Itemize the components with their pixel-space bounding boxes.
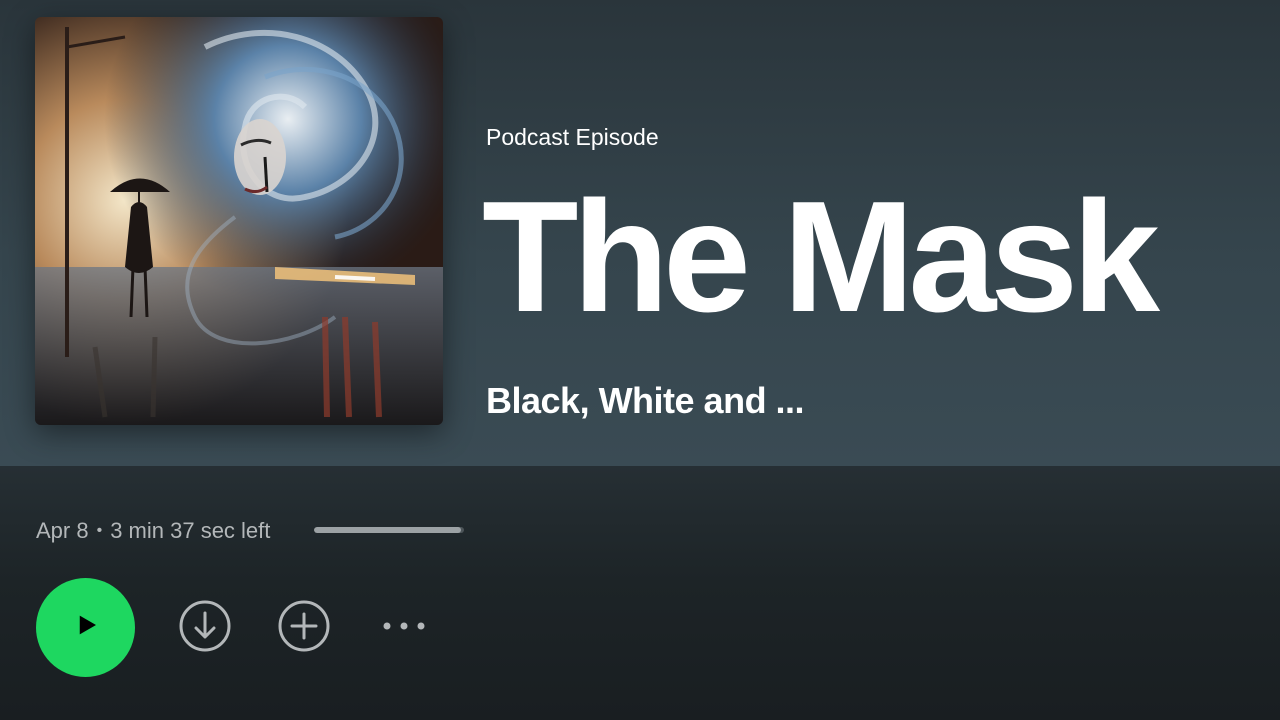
time-left: 3 min 37 sec left [110,518,271,543]
download-circle-icon [178,599,232,658]
add-circle-icon [277,599,331,658]
episode-title: The Mask [482,169,1160,345]
release-date: Apr 8 [36,518,89,543]
episode-meta: Apr 8 • 3 min 37 sec left [36,516,270,546]
add-to-library-button[interactable] [277,599,331,658]
episode-actions-area [0,466,1280,720]
download-button[interactable] [178,599,232,658]
episode-type-label: Podcast Episode [486,124,659,150]
progress-fill [314,527,461,533]
more-options-button[interactable] [377,601,431,655]
play-button[interactable] [36,578,135,677]
episode-cover-art [35,17,443,425]
play-icon [71,610,101,645]
show-name-link[interactable]: Black, White and ... [486,380,805,422]
playback-progress-bar [314,527,464,533]
meta-separator: • [96,522,103,539]
more-horizontal-icon [377,599,431,658]
